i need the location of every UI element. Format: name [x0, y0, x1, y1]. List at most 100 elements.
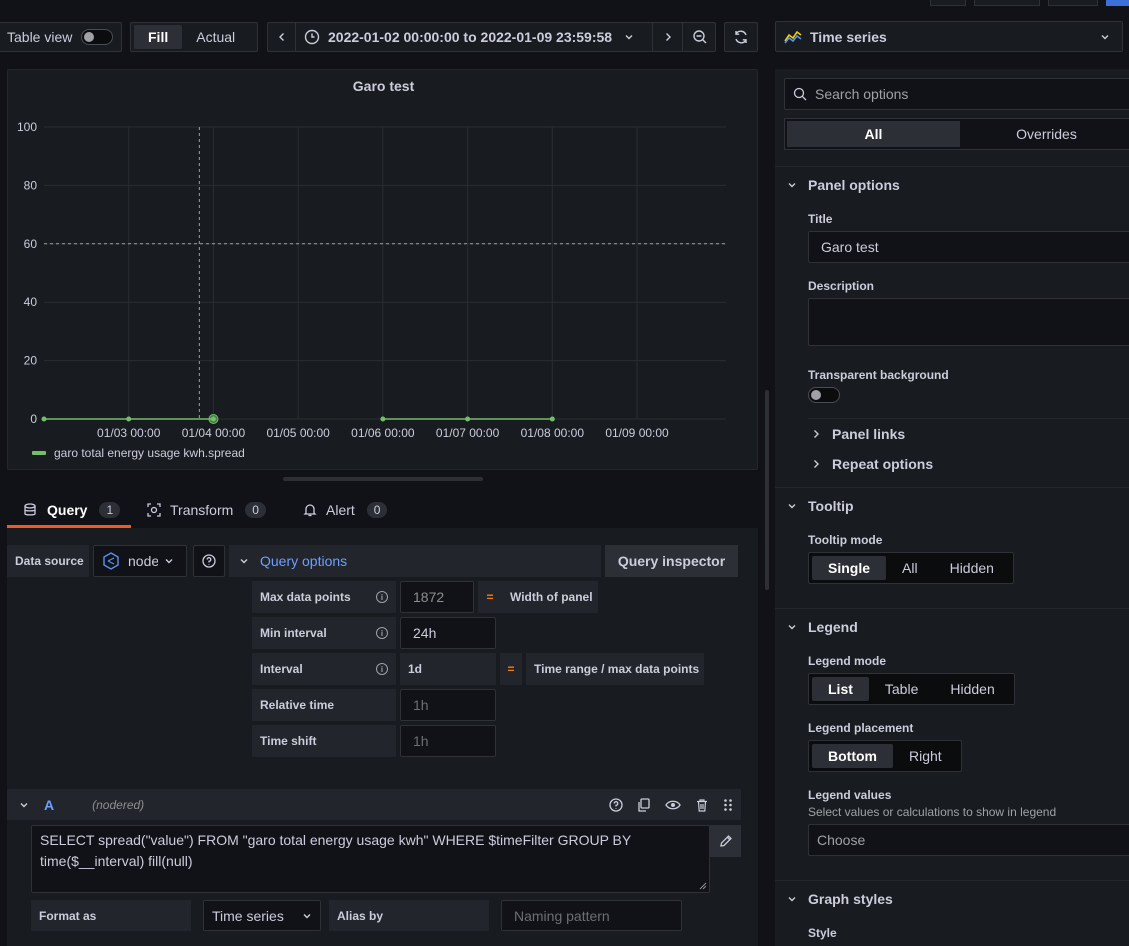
query-inspector-button[interactable]: Query inspector	[605, 545, 738, 577]
transparent-background-switch[interactable]	[808, 387, 840, 403]
tooltip-section-header[interactable]: Tooltip	[787, 498, 854, 514]
width-of-panel-label: Width of panel	[502, 581, 598, 613]
series-point	[465, 416, 471, 422]
fill-actual-toggle[interactable]: Fill Actual	[130, 22, 258, 52]
format-as-select[interactable]: Time series	[203, 900, 321, 931]
panel-options-section-header[interactable]: Panel options	[787, 177, 900, 193]
table-view-switch[interactable]	[81, 29, 114, 45]
style-label: Style	[808, 926, 837, 940]
legend-label[interactable]: garo total energy usage kwh.spread	[54, 446, 245, 460]
panel-preview: Garo test 0 20 40 60 80 100 01/03 00:00 01/04 0…	[7, 69, 758, 470]
graph-styles-title: Graph styles	[808, 891, 893, 907]
query-row-actions	[609, 797, 733, 812]
interval-value: 1d	[400, 653, 496, 685]
tab-query-label: Query	[47, 501, 88, 518]
time-forward-button[interactable]	[652, 23, 682, 51]
legend-mode-hidden[interactable]: Hidden	[934, 677, 1010, 701]
top-right-button-2[interactable]	[974, 0, 1040, 6]
y-tick-label: 80	[24, 178, 38, 192]
question-circle-icon[interactable]	[609, 797, 623, 812]
legend-mode-radio[interactable]: List Table Hidden	[808, 673, 1015, 705]
tab-alert[interactable]: Alert 0	[303, 494, 388, 525]
time-back-button[interactable]	[268, 23, 296, 51]
refresh-button[interactable]	[724, 22, 758, 52]
query-row-header[interactable]: A (nodered)	[7, 789, 741, 820]
query-options-label: Query options	[260, 553, 348, 569]
time-series-chart[interactable]: 0 20 40 60 80 100 01/03 00:00 01/04 00:00 01/05 …	[8, 70, 759, 471]
legend-placement-bottom[interactable]: Bottom	[812, 744, 893, 768]
info-icon: i	[376, 591, 388, 603]
database-icon	[24, 502, 36, 516]
time-shift-input[interactable]: 1h	[400, 725, 496, 757]
chevron-down-icon	[240, 559, 248, 564]
chevron-down-icon	[624, 32, 634, 42]
pane-resize-handle[interactable]	[283, 477, 483, 481]
tooltip-mode-radio[interactable]: Single All Hidden	[808, 552, 1014, 584]
resize-grip-icon[interactable]	[699, 882, 707, 890]
legend[interactable]: garo total energy usage kwh.spread	[32, 446, 245, 460]
trash-icon[interactable]	[695, 798, 709, 812]
visualization-picker[interactable]: Time series	[775, 21, 1123, 52]
query-options-toggle[interactable]: Query options	[229, 545, 601, 577]
search-options-input[interactable]: Search options	[784, 78, 1129, 110]
options-pane: Search options All Overrides Panel optio…	[775, 69, 1129, 946]
top-right-button-1[interactable]	[930, 0, 966, 6]
legend-mode-table[interactable]: Table	[869, 677, 934, 701]
panel-links-title: Panel links	[832, 426, 906, 442]
alias-by-input[interactable]: Naming pattern	[501, 900, 682, 931]
data-source-picker[interactable]: node	[93, 545, 187, 577]
legend-placement-right[interactable]: Right	[893, 744, 958, 768]
tab-query-count: 1	[99, 501, 121, 518]
fill-button[interactable]: Fill	[134, 25, 183, 49]
title-input[interactable]: Garo test	[808, 231, 1129, 263]
raw-query-textarea[interactable]: SELECT spread("value") FROM "garo total …	[31, 825, 710, 893]
all-overrides-toggle[interactable]: All Overrides	[784, 118, 1129, 150]
top-right-primary-button[interactable]	[1106, 0, 1129, 6]
zoom-out-button[interactable]	[682, 23, 716, 51]
tooltip-mode-single[interactable]: Single	[812, 556, 887, 580]
pencil-icon	[719, 835, 732, 847]
all-button[interactable]: All	[787, 121, 960, 147]
top-right-button-3[interactable]	[1048, 0, 1098, 6]
panel-links-section-header[interactable]: Panel links	[811, 426, 905, 442]
series-point	[126, 416, 132, 422]
series-point	[380, 416, 386, 422]
transparent-background-label: Transparent background	[808, 368, 949, 382]
drag-handle-icon[interactable]	[723, 798, 733, 812]
repeat-options-section-header[interactable]: Repeat options	[811, 456, 933, 472]
chevron-down-icon	[788, 504, 796, 509]
vertical-splitter[interactable]	[765, 390, 769, 590]
graph-styles-section-header[interactable]: Graph styles	[787, 891, 893, 907]
copy-icon[interactable]	[637, 797, 651, 812]
eye-icon[interactable]	[665, 798, 681, 812]
description-textarea[interactable]	[808, 298, 1129, 346]
equals-sign: =	[478, 581, 502, 613]
chevron-down-icon	[165, 559, 173, 564]
chevron-down-icon[interactable]	[19, 800, 29, 810]
legend-section-header[interactable]: Legend	[787, 619, 858, 635]
edit-query-button[interactable]	[710, 825, 741, 857]
chevron-right-icon	[665, 33, 671, 41]
time-shift-label: Time shift	[252, 725, 396, 757]
y-tick-label: 40	[24, 295, 38, 309]
tab-transform[interactable]: Transform 0	[147, 494, 266, 525]
legend-values-select[interactable]: Choose	[808, 824, 1129, 856]
alias-by-label: Alias by	[329, 900, 489, 931]
query-row-letter[interactable]: A	[44, 797, 54, 813]
table-view-toggle-group[interactable]: Table view	[0, 22, 122, 52]
time-picker[interactable]: 2022-01-02 00:00:00 to 2022-01-09 23:59:…	[267, 22, 716, 52]
overrides-button[interactable]: Overrides	[960, 121, 1129, 147]
tab-query[interactable]: Query 1	[7, 494, 131, 528]
tooltip-mode-hidden[interactable]: Hidden	[934, 556, 1010, 580]
data-source-help-button[interactable]	[193, 545, 225, 577]
chevron-down-icon	[788, 897, 796, 902]
legend-mode-list[interactable]: List	[812, 677, 869, 701]
actual-button[interactable]: Actual	[182, 25, 249, 49]
bell-icon	[303, 503, 317, 516]
relative-time-input[interactable]: 1h	[400, 689, 496, 721]
min-interval-input[interactable]: 24h	[400, 617, 496, 649]
tooltip-mode-all[interactable]: All	[886, 556, 934, 580]
legend-placement-radio[interactable]: Bottom Right	[808, 740, 962, 772]
series-point	[41, 416, 47, 422]
max-data-points-input[interactable]: 1872	[400, 581, 474, 613]
